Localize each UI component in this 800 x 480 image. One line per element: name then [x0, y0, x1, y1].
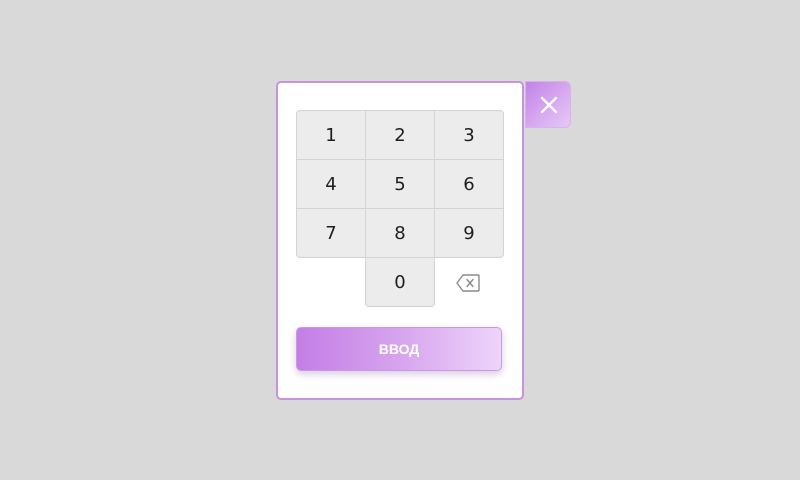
key-label: 4: [325, 173, 337, 195]
key-label: 8: [394, 222, 406, 244]
key-label: 5: [394, 173, 406, 195]
enter-button[interactable]: ВВОД: [296, 327, 502, 371]
key-0[interactable]: 0: [365, 257, 435, 307]
key-7[interactable]: 7: [296, 208, 366, 258]
key-6[interactable]: 6: [434, 159, 504, 209]
key-2[interactable]: 2: [365, 110, 435, 160]
backspace-icon: [456, 274, 480, 292]
close-icon: [540, 96, 558, 114]
key-label: 9: [463, 222, 475, 244]
key-9[interactable]: 9: [434, 208, 504, 258]
key-label: 6: [463, 173, 475, 195]
key-label: 3: [463, 124, 475, 146]
key-1[interactable]: 1: [296, 110, 366, 160]
key-label: 2: [394, 124, 406, 146]
key-3[interactable]: 3: [434, 110, 504, 160]
key-8[interactable]: 8: [365, 208, 435, 258]
key-label: 7: [325, 222, 337, 244]
backspace-button[interactable]: [455, 271, 481, 295]
key-label: 0: [394, 271, 406, 293]
close-button[interactable]: [525, 81, 571, 128]
key-4[interactable]: 4: [296, 159, 366, 209]
enter-button-label: ВВОД: [378, 341, 420, 357]
key-label: 1: [325, 124, 337, 146]
key-5[interactable]: 5: [365, 159, 435, 209]
